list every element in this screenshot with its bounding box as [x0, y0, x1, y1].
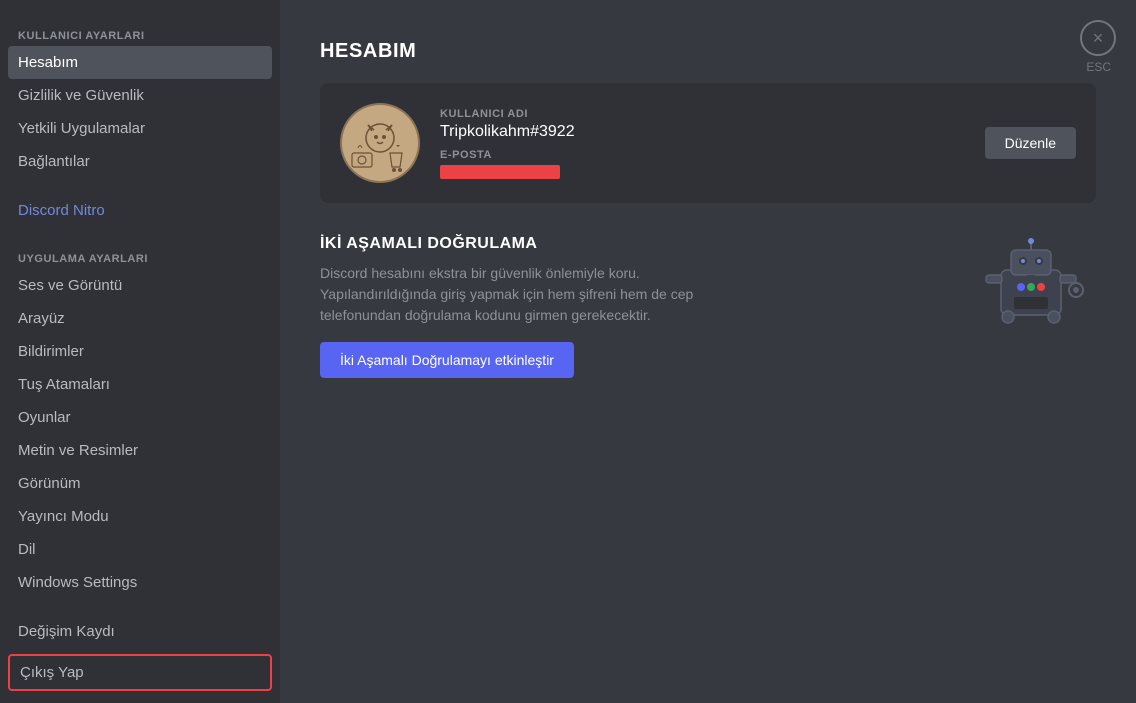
esc-label: ESC — [1086, 60, 1111, 74]
sidebar-item-gizlilik-label: Gizlilik ve Güvenlik — [18, 87, 144, 104]
sidebar-item-yetkili-label: Yetkili Uygulamalar — [18, 120, 145, 137]
sidebar-item-gorunum[interactable]: Görünüm — [8, 467, 272, 500]
sidebar-item-windows[interactable]: Windows Settings — [8, 566, 272, 599]
sidebar: KULLANICI AYARLARI Hesabım Gizlilik ve G… — [0, 0, 280, 703]
sidebar-item-yayinci[interactable]: Yayıncı Modu — [8, 500, 272, 533]
sidebar-item-metin[interactable]: Metin ve Resimler — [8, 434, 272, 467]
username-value: Tripkolikahm#3922 — [440, 123, 1076, 141]
sidebar-item-yetkili[interactable]: Yetkili Uygulamalar — [8, 112, 272, 145]
sidebar-item-bildirimler[interactable]: Bildirimler — [8, 335, 272, 368]
sidebar-item-degisim-label: Değişim Kaydı — [18, 623, 115, 640]
social-icons-row — [8, 695, 272, 703]
sidebar-item-baglantılar[interactable]: Bağlantılar — [8, 145, 272, 178]
sidebar-item-windows-label: Windows Settings — [18, 574, 137, 591]
sidebar-item-arayuz[interactable]: Arayüz — [8, 302, 272, 335]
sidebar-item-tus[interactable]: Tuş Atamaları — [8, 368, 272, 401]
sidebar-item-yayinci-label: Yayıncı Modu — [18, 508, 109, 525]
sidebar-item-oyunlar[interactable]: Oyunlar — [8, 401, 272, 434]
avatar — [340, 103, 420, 183]
sidebar-item-ses[interactable]: Ses ve Görüntü — [8, 269, 272, 302]
sidebar-item-dil-label: Dil — [18, 541, 36, 558]
account-info: KULLANICI ADI Tripkolikahm#3922 E-POSTA — [440, 108, 1076, 179]
sidebar-item-logout-label: Çıkış Yap — [20, 664, 84, 681]
sidebar-section-app: UYGULAMA AYARLARI — [8, 247, 272, 269]
main-content: HESABIM — [280, 0, 1136, 703]
twofa-content: İKİ AŞAMALI DOĞRULAMA Discord hesabını e… — [320, 235, 946, 378]
account-card: KULLANICI ADI Tripkolikahm#3922 E-POSTA … — [320, 83, 1096, 203]
page-title: HESABIM — [320, 40, 1096, 63]
sidebar-item-nitro[interactable]: Discord Nitro — [8, 194, 272, 227]
twofa-button[interactable]: İki Aşamalı Doğrulamayı etkinleştir — [320, 342, 574, 378]
email-label: E-POSTA — [440, 149, 1076, 161]
sidebar-item-nitro-label: Discord Nitro — [18, 202, 105, 219]
twofa-title: İKİ AŞAMALI DOĞRULAMA — [320, 235, 946, 253]
twofa-illustration — [966, 235, 1096, 325]
sidebar-item-gizlilik[interactable]: Gizlilik ve Güvenlik — [8, 79, 272, 112]
sidebar-item-logout[interactable]: Çıkış Yap — [8, 654, 272, 691]
username-label: KULLANICI ADI — [440, 108, 1076, 120]
sidebar-item-baglantılar-label: Bağlantılar — [18, 153, 90, 170]
sidebar-item-hesabim-label: Hesabım — [18, 54, 78, 71]
sidebar-item-bildirimler-label: Bildirimler — [18, 343, 84, 360]
sidebar-item-hesabim[interactable]: Hesabım — [8, 46, 272, 79]
sidebar-item-arayuz-label: Arayüz — [18, 310, 65, 327]
sidebar-item-ses-label: Ses ve Görüntü — [18, 277, 122, 294]
sidebar-item-dil[interactable]: Dil — [8, 533, 272, 566]
close-button[interactable]: × — [1080, 20, 1116, 56]
sidebar-item-metin-label: Metin ve Resimler — [18, 442, 138, 459]
twofa-description: Discord hesabını ekstra bir güvenlik önl… — [320, 263, 750, 326]
email-redacted-value — [440, 165, 560, 179]
sidebar-item-degisim[interactable]: Değişim Kaydı — [8, 615, 272, 648]
sidebar-section-user: KULLANICI AYARLARI — [8, 24, 272, 46]
sidebar-item-oyunlar-label: Oyunlar — [18, 409, 71, 426]
edit-button[interactable]: Düzenle — [985, 127, 1076, 159]
twofa-section: İKİ AŞAMALI DOĞRULAMA Discord hesabını e… — [320, 235, 1096, 378]
sidebar-item-gorunum-label: Görünüm — [18, 475, 81, 492]
sidebar-item-tus-label: Tuş Atamaları — [18, 376, 110, 393]
